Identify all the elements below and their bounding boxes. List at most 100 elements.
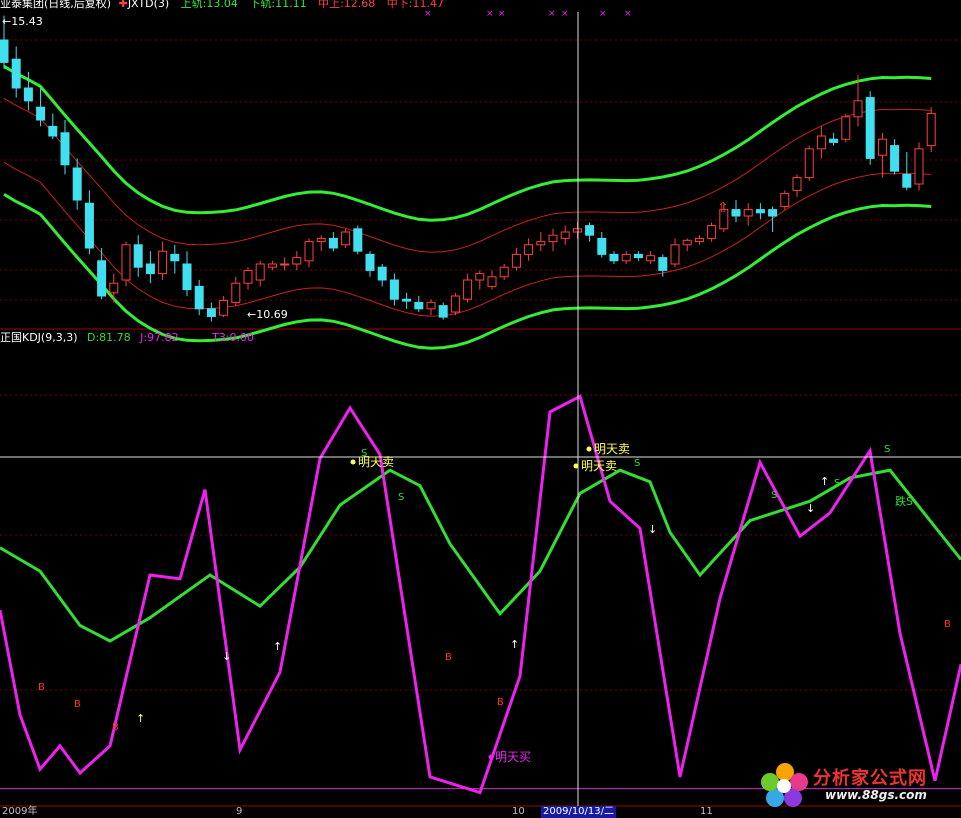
candle-body bbox=[536, 241, 546, 246]
candle-body bbox=[633, 253, 643, 259]
candle-body bbox=[182, 263, 192, 291]
candle-body bbox=[304, 241, 314, 262]
top-header: 业泰集团(日线,后复权) ✚JXTD(3) 上轨:13.04 下轨:11.11 … bbox=[0, 0, 444, 10]
candle-body bbox=[133, 244, 143, 268]
candle-body bbox=[219, 299, 229, 316]
candle-body bbox=[597, 237, 607, 255]
x-axis-cursor-date: 2009/10/13/二 bbox=[541, 806, 617, 818]
candle-body bbox=[621, 253, 631, 262]
candle-body bbox=[548, 234, 558, 243]
signal-marker-icon: × bbox=[424, 9, 432, 19]
candle-body bbox=[328, 237, 338, 249]
signal-marker-icon: × bbox=[498, 9, 506, 19]
buy-signal-label: B bbox=[445, 652, 452, 663]
sell-signal-label: S bbox=[884, 444, 890, 455]
signal-marker-icon: × bbox=[548, 9, 556, 19]
candle-body bbox=[231, 282, 241, 303]
candle-body bbox=[450, 295, 460, 313]
candle-body bbox=[780, 193, 790, 207]
candle-body bbox=[377, 266, 387, 281]
down-arrow-icon: ↓ bbox=[222, 650, 231, 663]
candle-body bbox=[804, 148, 814, 179]
candle-body bbox=[829, 138, 839, 143]
candle-body bbox=[914, 148, 924, 185]
x-axis-label: 9 bbox=[236, 806, 243, 817]
candle-body bbox=[11, 58, 21, 89]
signal-marker-icon: × bbox=[486, 9, 494, 19]
kdj-header: 正国KDJ(9,3,3) D:81.78 J:97.82 T3:0.00 bbox=[0, 332, 254, 344]
high-price-label: ←15.43 bbox=[2, 15, 43, 28]
chart-stage: { "colors": {"up":"#ff4040","down":"#40e… bbox=[0, 0, 961, 818]
candle-body bbox=[84, 202, 94, 249]
candle-body bbox=[865, 97, 875, 159]
candle-body bbox=[755, 209, 765, 214]
stock-title: 业泰集团(日线,后复权) bbox=[0, 0, 112, 10]
candle-body bbox=[280, 263, 290, 266]
candle-body bbox=[365, 253, 375, 271]
sell-signal-label: S bbox=[398, 492, 404, 503]
kdj-j-label: J:97.82 bbox=[140, 331, 179, 344]
candle-body bbox=[646, 255, 656, 262]
signal-marker-icon: × bbox=[624, 9, 632, 19]
low-price-label: ←10.69 bbox=[247, 308, 288, 321]
lower-band-line bbox=[3, 193, 932, 350]
candle-body bbox=[426, 301, 436, 310]
candle-body bbox=[97, 260, 107, 297]
kdj-title: 正国KDJ(9,3,3) bbox=[0, 331, 78, 344]
tomorrow-buy-label: 明天买 bbox=[495, 750, 531, 764]
candle-body bbox=[341, 231, 351, 246]
mid-upper-line bbox=[3, 97, 932, 253]
kdj-t3-label: T3:0.00 bbox=[212, 331, 255, 344]
signal-dot-icon bbox=[350, 459, 356, 465]
candle-body bbox=[23, 87, 33, 102]
candle-body bbox=[389, 279, 399, 300]
candle-body bbox=[48, 125, 58, 137]
x-axis-label: 2009年 bbox=[2, 806, 38, 817]
tomorrow-sell-label: 明天卖 bbox=[581, 459, 617, 473]
signal-dot-icon bbox=[488, 754, 494, 760]
candle-body bbox=[816, 135, 826, 150]
candle-body bbox=[121, 244, 131, 281]
down-arrow-icon: ↓ bbox=[648, 523, 657, 536]
candle-body bbox=[194, 285, 204, 310]
candle-body bbox=[206, 308, 216, 317]
candle-body bbox=[72, 167, 82, 201]
indicator-name: JXTD(3) bbox=[127, 0, 170, 10]
candle-body bbox=[170, 253, 180, 262]
tomorrow-sell-label: 明天卖 bbox=[358, 455, 394, 469]
upper-band-line bbox=[3, 65, 932, 222]
candle-body bbox=[487, 276, 497, 287]
candle-body bbox=[414, 301, 424, 310]
buy-signal-label: B bbox=[74, 699, 81, 710]
up-arrow-icon: ↑ bbox=[820, 475, 829, 488]
candle-body bbox=[768, 209, 778, 217]
upper-band-label: 上轨:13.04 bbox=[180, 0, 238, 10]
sell-signal-label: S bbox=[771, 490, 777, 501]
kdj-j-line bbox=[0, 394, 961, 795]
candle-body bbox=[316, 237, 326, 243]
signal-marker-icon: × bbox=[561, 9, 569, 19]
candle-body bbox=[902, 173, 912, 188]
logo-url: www.88gs.com bbox=[825, 788, 927, 802]
lower-band-label: 下轨:11.11 bbox=[249, 0, 307, 10]
candle-body bbox=[243, 269, 253, 284]
mid-upper-label: 中上:12.68 bbox=[318, 0, 376, 10]
flower-logo-icon bbox=[761, 763, 808, 807]
candle-body bbox=[292, 257, 302, 265]
candle-body bbox=[402, 298, 412, 302]
signal-dot-icon bbox=[573, 463, 579, 469]
candle-body bbox=[609, 253, 619, 262]
logo-title: 分析家公式网 bbox=[813, 768, 927, 789]
candle-body bbox=[731, 209, 741, 217]
candle-body bbox=[145, 263, 155, 275]
candle-body bbox=[694, 237, 704, 243]
x-axis-label: 10 bbox=[512, 806, 525, 817]
buy-signal-label: B bbox=[112, 722, 119, 733]
kdj-d-label: D:81.78 bbox=[87, 331, 131, 344]
candle-body bbox=[255, 263, 265, 281]
candle-body bbox=[926, 113, 936, 147]
candle-body bbox=[267, 263, 277, 268]
candle-body bbox=[792, 177, 802, 191]
up-arrow-icon: ↑ bbox=[273, 640, 282, 653]
stock-chart-svg: × × × × × × ×⇧BBBBBBSSSSSS↑↑ ↑↑↓↓↓跌S明天卖明天卖明天卖明天… bbox=[0, 9, 961, 807]
